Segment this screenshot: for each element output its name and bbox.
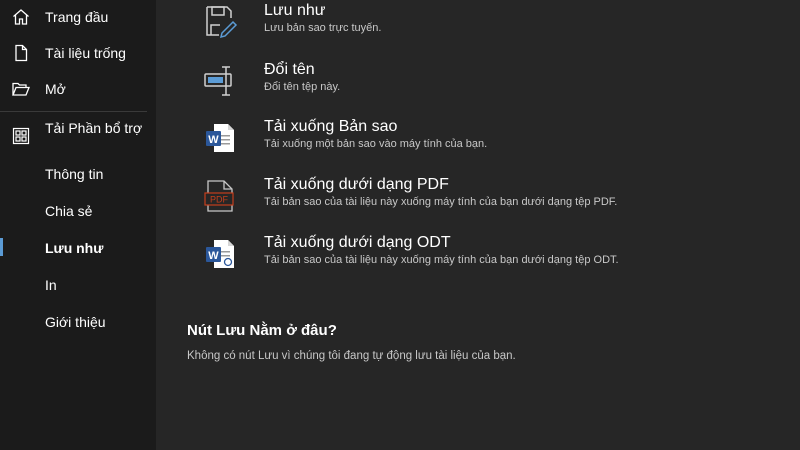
sidebar-item-label: Lưu như <box>45 240 104 256</box>
sidebar-item-label: In <box>45 277 57 293</box>
rename-icon <box>200 61 240 101</box>
option-description: Tải bản sao của tài liệu này xuống máy t… <box>264 196 618 208</box>
sidebar-item-label: Trang đầu <box>45 9 109 25</box>
option-title: Tải xuống dưới dạng PDF <box>264 176 449 193</box>
download-odt-option[interactable]: W Tải xuống dưới dạng ODT Tải bản sao củ… <box>200 234 760 280</box>
odt-document-icon: W <box>200 234 240 274</box>
sidebar-item-addins[interactable]: Tải Phần bổ trợ <box>0 118 156 154</box>
sidebar-item-save-as[interactable]: Lưu như <box>0 231 156 265</box>
sidebar-item-label: Tải Phần bổ trợ <box>45 120 143 136</box>
option-title: Lưu như <box>264 2 326 19</box>
main-panel: Lưu như Lưu bản sao trực tuyến. Đổi tên … <box>156 0 800 450</box>
sidebar-item-label: Tài liệu trống <box>45 45 126 61</box>
sidebar: Trang đầu Tài liệu trống Mở Tải Phần bổ … <box>0 0 156 450</box>
sidebar-item-info[interactable]: Thông tin <box>0 157 156 191</box>
svg-text:W: W <box>208 134 219 146</box>
addins-grid-icon <box>11 126 31 146</box>
sidebar-item-print[interactable]: In <box>0 268 156 302</box>
option-title: Tải xuống dưới dạng ODT <box>264 234 451 251</box>
option-description: Lưu bản sao trực tuyến. <box>264 22 382 34</box>
sidebar-item-share[interactable]: Chia sẻ <box>0 194 156 228</box>
word-document-icon: W <box>200 118 240 158</box>
sidebar-item-open[interactable]: Mở <box>0 72 156 106</box>
option-description: Đổi tên tệp này. <box>264 81 341 93</box>
svg-text:W: W <box>208 250 219 262</box>
option-title: Tải xuống Bản sao <box>264 118 398 135</box>
rename-option[interactable]: Đổi tên Đổi tên tệp này. <box>200 61 760 107</box>
folder-open-icon <box>11 79 31 99</box>
save-as-icon <box>200 2 240 42</box>
save-info-heading: Nút Lưu Nằm ở đâu? <box>187 322 337 339</box>
save-info-text: Không có nút Lưu vì chúng tôi đang tự độ… <box>187 350 516 362</box>
sidebar-item-label: Thông tin <box>45 166 104 182</box>
option-description: Tải bản sao của tài liệu này xuống máy t… <box>264 254 619 266</box>
download-copy-option[interactable]: W Tải xuống Bản sao Tải xuống một bản sa… <box>200 118 760 164</box>
sidebar-item-label: Giới thiệu <box>45 314 106 330</box>
sidebar-item-label: Chia sẻ <box>45 203 93 219</box>
pdf-icon-label: PDF <box>210 195 229 205</box>
sidebar-item-blank-document[interactable]: Tài liệu trống <box>0 36 156 70</box>
sidebar-divider <box>0 111 147 112</box>
blank-document-icon <box>11 43 31 63</box>
save-as-option[interactable]: Lưu như Lưu bản sao trực tuyến. <box>200 2 760 48</box>
sidebar-item-label: Mở <box>45 81 66 97</box>
home-icon <box>11 7 31 27</box>
download-pdf-option[interactable]: PDF Tải xuống dưới dạng PDF Tải bản sao … <box>200 176 760 222</box>
option-description: Tải xuống một bản sao vào máy tính của b… <box>264 138 488 150</box>
sidebar-item-home[interactable]: Trang đầu <box>0 0 156 34</box>
option-title: Đổi tên <box>264 61 315 78</box>
pdf-icon: PDF <box>200 176 240 216</box>
sidebar-item-about[interactable]: Giới thiệu <box>0 305 156 339</box>
